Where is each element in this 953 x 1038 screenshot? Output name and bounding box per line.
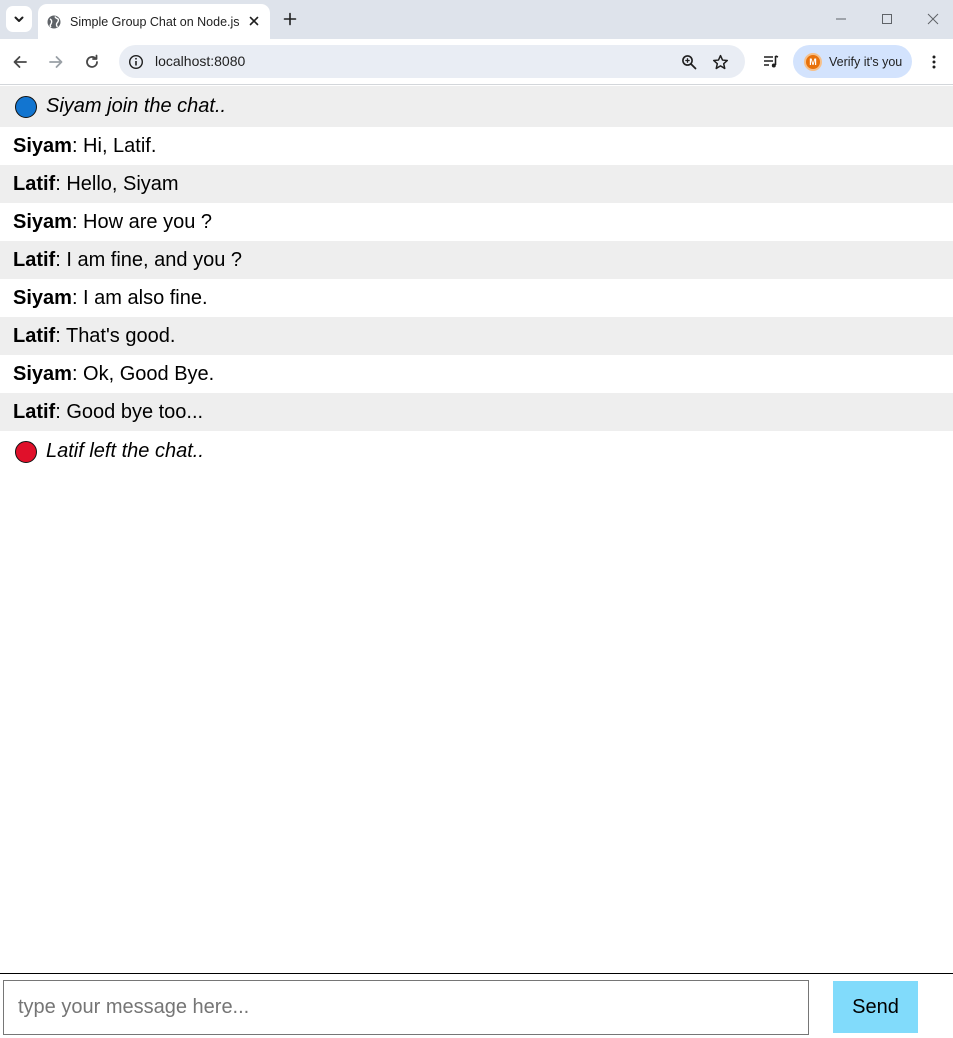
message-sender: Siyam bbox=[13, 210, 72, 233]
new-tab-button[interactable] bbox=[279, 8, 301, 30]
message-sender: Siyam bbox=[13, 134, 72, 157]
status-dot-red-icon bbox=[15, 440, 37, 463]
chat-message: Siyam: Ok, Good Bye. bbox=[0, 355, 953, 393]
kebab-menu-icon bbox=[932, 55, 936, 69]
globe-icon bbox=[46, 14, 62, 30]
send-button[interactable]: Send bbox=[833, 981, 918, 1033]
chat-message: Latif: Hello, Siyam bbox=[0, 165, 953, 203]
zoom-icon[interactable] bbox=[679, 52, 699, 72]
verify-label: Verify it's you bbox=[829, 54, 903, 69]
address-bar[interactable]: localhost:8080 bbox=[119, 45, 745, 78]
message-text: : Good bye too... bbox=[55, 400, 204, 423]
close-icon bbox=[927, 13, 939, 25]
chevron-down-icon bbox=[14, 16, 24, 22]
maximize-button[interactable] bbox=[873, 6, 901, 32]
chat-message: Siyam: I am also fine. bbox=[0, 279, 953, 317]
browser-menu-button[interactable] bbox=[922, 50, 946, 74]
chat-message: Latif: I am fine, and you ? bbox=[0, 241, 953, 279]
close-window-button[interactable] bbox=[919, 6, 947, 32]
status-dot-blue-icon bbox=[15, 95, 37, 118]
back-button[interactable] bbox=[8, 50, 32, 74]
reload-icon bbox=[86, 54, 98, 68]
message-text: : Hello, Siyam bbox=[55, 172, 179, 195]
message-sender: Siyam bbox=[13, 286, 72, 309]
message-text: : That's good. bbox=[55, 324, 176, 347]
tab-strip: Simple Group Chat on Node.js bbox=[0, 0, 953, 39]
message-sender: Latif bbox=[13, 324, 56, 347]
message-text: : Ok, Good Bye. bbox=[71, 362, 215, 385]
chat-message: Latif: That's good. bbox=[0, 317, 953, 355]
message-composer: Send bbox=[0, 973, 953, 1038]
avatar: M bbox=[804, 52, 822, 71]
plus-icon bbox=[283, 12, 297, 26]
verify-profile-button[interactable]: M Verify it's you bbox=[793, 45, 912, 78]
url-text: localhost:8080 bbox=[155, 53, 246, 69]
chat-message: Siyam: How are you ? bbox=[0, 203, 953, 241]
message-text: : I am fine, and you ? bbox=[55, 248, 242, 271]
message-list: Siyam join the chat.. Siyam: Hi, Latif. … bbox=[0, 86, 953, 472]
message-input[interactable] bbox=[3, 980, 809, 1035]
join-notice-text: Siyam join the chat.. bbox=[46, 95, 227, 117]
chat-page: Siyam join the chat.. Siyam: Hi, Latif. … bbox=[0, 86, 953, 1038]
tab-search-button[interactable] bbox=[6, 6, 32, 32]
leave-notice-text: Latif left the chat.. bbox=[46, 440, 204, 462]
forward-button[interactable] bbox=[44, 50, 68, 74]
reload-button[interactable] bbox=[80, 50, 104, 74]
chat-message: Latif: Good bye too... bbox=[0, 393, 953, 431]
media-controls-button[interactable] bbox=[759, 50, 783, 74]
message-text: : How are you ? bbox=[71, 210, 213, 233]
message-sender: Latif bbox=[13, 248, 56, 271]
arrow-right-icon bbox=[49, 56, 63, 68]
arrow-left-icon bbox=[13, 56, 27, 68]
leave-notice: Latif left the chat.. bbox=[0, 431, 953, 472]
minimize-icon bbox=[836, 18, 846, 20]
join-notice: Siyam join the chat.. bbox=[0, 86, 953, 127]
browser-toolbar: localhost:8080 M Verify it's you bbox=[0, 39, 953, 85]
minimize-button[interactable] bbox=[827, 6, 855, 32]
bookmark-star-icon[interactable] bbox=[710, 52, 730, 72]
message-sender: Siyam bbox=[13, 362, 72, 385]
message-text: : Hi, Latif. bbox=[71, 134, 157, 157]
message-text: : I am also fine. bbox=[71, 286, 208, 309]
message-sender: Latif bbox=[13, 400, 56, 423]
tab-close-icon[interactable] bbox=[246, 13, 262, 29]
browser-window: Simple Group Chat on Node.js localhost:8… bbox=[0, 0, 953, 1038]
playlist-icon bbox=[764, 55, 779, 68]
message-sender: Latif bbox=[13, 172, 56, 195]
maximize-icon bbox=[882, 14, 892, 24]
tab-title: Simple Group Chat on Node.js bbox=[70, 14, 240, 29]
tab-active[interactable]: Simple Group Chat on Node.js bbox=[38, 4, 270, 39]
chat-message: Siyam: Hi, Latif. bbox=[0, 127, 953, 165]
site-info-icon[interactable] bbox=[127, 53, 145, 71]
